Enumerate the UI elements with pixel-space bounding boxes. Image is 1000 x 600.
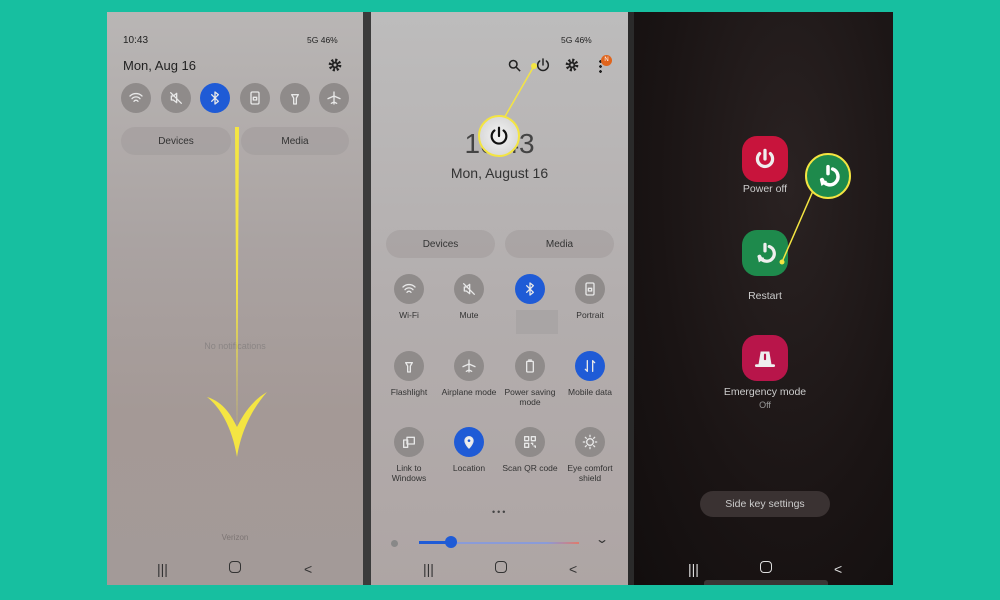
devices-button[interactable]: Devices <box>386 230 495 258</box>
media-button[interactable]: Media <box>505 230 614 258</box>
wifi-icon <box>129 92 143 102</box>
recents-button[interactable]: ||| <box>157 561 168 577</box>
recents-button[interactable]: ||| <box>423 561 434 577</box>
date-label: Mon, Aug 16 <box>123 58 196 73</box>
portrait-toggle[interactable] <box>240 83 270 113</box>
tile-label: Power saving mode <box>504 387 556 407</box>
power-icon-magnified <box>478 115 520 157</box>
tile-bluetooth[interactable] <box>500 274 560 310</box>
tile-wifi[interactable]: Wi-Fi <box>379 274 439 320</box>
carrier-label: Verizon <box>221 533 249 542</box>
expand-chevron-icon[interactable]: ⌄ <box>595 532 609 546</box>
airplane-icon <box>327 91 341 105</box>
date-label: Mon, August 16 <box>450 165 549 181</box>
bluetooth-icon <box>526 282 534 296</box>
tile-mobile-data[interactable]: Mobile data <box>560 351 620 397</box>
tile-label: Mobile data <box>568 387 612 397</box>
bluetooth-toggle[interactable] <box>200 83 230 113</box>
bluetooth-icon <box>211 91 219 105</box>
portrait-lock-icon <box>585 282 595 296</box>
flashlight-icon <box>405 362 413 373</box>
restart-label: Restart <box>748 290 782 302</box>
tile-label: Flashlight <box>390 387 428 397</box>
tile-portrait[interactable]: Portrait <box>560 274 620 320</box>
swipe-down-arrow-icon <box>207 127 267 457</box>
tile-power-saving[interactable]: Power saving mode <box>500 351 560 407</box>
emergency-mode-state: Off <box>759 400 771 410</box>
location-icon <box>464 436 474 449</box>
tile-label: Mute <box>459 310 479 320</box>
tile-flashlight[interactable]: Flashlight <box>379 351 439 397</box>
status-bar-right: 5G 46% <box>561 35 592 45</box>
quick-settings-panel: 5G 46% N 10:43 Mon, August 16 Devices Me… <box>371 12 628 585</box>
restart-icon <box>757 242 776 263</box>
tile-label: Wi-Fi <box>399 310 419 320</box>
redacted-label <box>516 310 558 334</box>
mute-toggle[interactable] <box>161 83 191 113</box>
gesture-handle <box>704 580 828 585</box>
home-button[interactable] <box>495 561 507 573</box>
tile-airplane[interactable]: Airplane mode <box>439 351 499 397</box>
airplane-icon <box>462 359 476 373</box>
home-button[interactable] <box>229 561 241 573</box>
power-icon <box>490 126 508 145</box>
emergency-mode-button[interactable] <box>742 335 788 381</box>
tile-mute[interactable]: Mute <box>439 274 499 320</box>
gear-icon[interactable] <box>564 57 580 73</box>
status-time: 10:43 <box>123 35 149 46</box>
home-button[interactable] <box>760 561 772 573</box>
power-menu-panel: Power off Restart Emergency mode Off Sid… <box>634 12 893 585</box>
power-saving-icon <box>526 359 534 373</box>
wifi-toggle[interactable] <box>121 83 151 113</box>
brightness-thumb[interactable] <box>445 536 457 548</box>
tile-label: Portrait <box>576 310 604 320</box>
emergency-icon <box>754 351 776 367</box>
airplane-toggle[interactable] <box>319 83 349 113</box>
mute-icon <box>463 283 475 295</box>
notification-badge: N <box>601 55 612 66</box>
link-windows-icon <box>403 436 415 448</box>
back-button[interactable]: < <box>304 561 312 577</box>
recents-button[interactable]: ||| <box>688 561 699 577</box>
network-label: 5G <box>561 35 573 45</box>
wifi-icon <box>402 283 416 293</box>
mobile-data-icon <box>584 360 596 372</box>
tile-eye-comfort[interactable]: Eye comfort shield <box>560 427 620 483</box>
qr-icon <box>524 436 536 448</box>
flashlight-toggle[interactable] <box>280 83 310 113</box>
tile-link-to-windows[interactable]: Link to Windows <box>379 427 439 483</box>
side-key-settings-button[interactable]: Side key settings <box>700 491 830 517</box>
battery-percent: 46% <box>320 35 338 45</box>
back-button[interactable]: < <box>834 561 842 577</box>
flashlight-icon <box>291 94 299 105</box>
tile-location[interactable]: Location <box>439 427 499 473</box>
tile-label: Location <box>452 463 486 473</box>
power-icon <box>755 148 775 169</box>
emergency-mode-label: Emergency mode <box>723 386 807 398</box>
back-button[interactable]: < <box>569 561 577 577</box>
portrait-lock-icon <box>250 91 260 105</box>
network-label: 5G <box>307 35 319 45</box>
power-off-button[interactable] <box>742 136 788 182</box>
restart-icon <box>819 164 840 187</box>
tile-label: Airplane mode <box>441 387 497 397</box>
divider <box>363 12 371 585</box>
battery-percent: 46% <box>574 35 592 45</box>
tile-label: Scan QR code <box>502 463 558 473</box>
status-bar-right: 5G 46% <box>307 35 338 45</box>
callout-line <box>502 63 537 121</box>
tile-scan-qr[interactable]: Scan QR code <box>500 427 560 473</box>
notification-shade-panel: 10:43 5G 46% Mon, Aug 16 Devices Media N… <box>107 12 363 585</box>
brightness-icon <box>391 540 398 547</box>
page-indicator[interactable]: ••• <box>492 507 507 517</box>
tile-label: Link to Windows <box>391 463 427 483</box>
tile-label: Eye comfort shield <box>567 463 613 483</box>
mute-icon <box>170 92 182 104</box>
restart-icon-magnified <box>805 153 851 199</box>
eye-comfort-icon <box>582 434 598 450</box>
gear-icon[interactable] <box>327 57 343 73</box>
